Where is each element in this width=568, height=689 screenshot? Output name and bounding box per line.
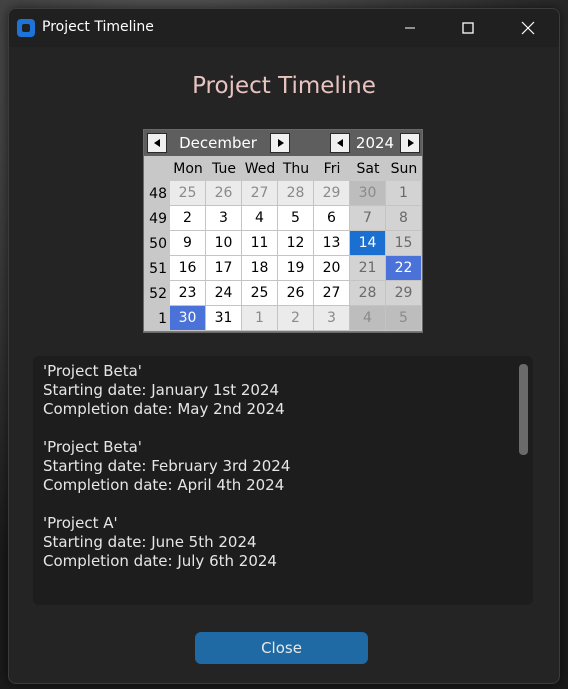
calendar-day[interactable]: 15: [386, 231, 422, 256]
project-end: Completion date: May 2nd 2024: [43, 400, 285, 418]
calendar-day[interactable]: 3: [206, 206, 242, 231]
calendar-day[interactable]: 10: [206, 231, 242, 256]
next-month-button[interactable]: [270, 133, 290, 153]
calendar-day[interactable]: 19: [278, 256, 314, 281]
calendar-day[interactable]: 2: [170, 206, 206, 231]
calendar-day[interactable]: 1: [242, 306, 278, 331]
calendar-day[interactable]: 5: [278, 206, 314, 231]
project-name: 'Project Beta': [43, 362, 142, 380]
project-list-textbox[interactable]: 'Project Beta' Starting date: January 1st…: [33, 356, 533, 605]
weekday-header: Tue: [206, 156, 242, 181]
maximize-icon: [462, 22, 474, 34]
calendar-day[interactable]: 9: [170, 231, 206, 256]
prev-month-button[interactable]: [147, 133, 167, 153]
week-number: 50: [144, 231, 170, 256]
calendar-day[interactable]: 14: [350, 231, 386, 256]
project-name: 'Project A': [43, 514, 118, 532]
calendar-day[interactable]: 31: [206, 306, 242, 331]
calendar-day[interactable]: 6: [314, 206, 350, 231]
week-number: 1: [144, 306, 170, 331]
project-end: Completion date: July 6th 2024: [43, 552, 277, 570]
month-label: December: [179, 134, 257, 152]
calendar-header: December 2024: [144, 130, 422, 156]
calendar-day[interactable]: 4: [242, 206, 278, 231]
project-list: 'Project Beta' Starting date: January 1st…: [43, 362, 513, 590]
calendar-day[interactable]: 11: [242, 231, 278, 256]
calendar-day[interactable]: 5: [386, 306, 422, 331]
prev-year-button[interactable]: [330, 133, 350, 153]
minimize-icon: [405, 27, 415, 29]
weekday-header: Thu: [278, 156, 314, 181]
calendar-day[interactable]: 2: [278, 306, 314, 331]
calendar-day[interactable]: 30: [350, 181, 386, 206]
week-number: 52: [144, 281, 170, 306]
calendar-day[interactable]: 26: [278, 281, 314, 306]
calendar-day[interactable]: 26: [206, 181, 242, 206]
app-icon: [17, 19, 35, 37]
project-start: Starting date: June 5th 2024: [43, 533, 257, 551]
calendar-day[interactable]: 1: [386, 181, 422, 206]
calendar-day[interactable]: 3: [314, 306, 350, 331]
weekday-header: Mon: [170, 156, 206, 181]
week-number: 48: [144, 181, 170, 206]
calendar-corner: [144, 156, 170, 181]
calendar-day[interactable]: 30: [170, 306, 206, 331]
calendar-day[interactable]: 7: [350, 206, 386, 231]
weekday-header: Wed: [242, 156, 278, 181]
project-end: Completion date: April 4th 2024: [43, 476, 285, 494]
weekday-header: Sat: [350, 156, 386, 181]
calendar-day[interactable]: 27: [314, 281, 350, 306]
week-number: 49: [144, 206, 170, 231]
calendar-day[interactable]: 23: [170, 281, 206, 306]
next-year-button[interactable]: [400, 133, 420, 153]
calendar-grid: Mon Tue Wed Thu Fri Sat Sun 48 25 26 27 28 29 30 1 49 2 3…: [144, 156, 422, 331]
week-number: 51: [144, 256, 170, 281]
project-entry: 'Project Beta' Starting date: January 1st…: [43, 362, 513, 419]
calendar-day[interactable]: 12: [278, 231, 314, 256]
calendar-day[interactable]: 21: [350, 256, 386, 281]
calendar-day[interactable]: 22: [386, 256, 422, 281]
project-start: Starting date: January 1st 2024: [43, 381, 280, 399]
app-window: Project Timeline Project Timeline Decemb…: [8, 8, 560, 684]
project-name: 'Project Beta': [43, 438, 142, 456]
calendar-day[interactable]: 27: [242, 181, 278, 206]
calendar-day[interactable]: 17: [206, 256, 242, 281]
maximize-button[interactable]: [445, 9, 491, 47]
year-label: 2024: [355, 134, 395, 152]
page-title: Project Timeline: [192, 73, 376, 99]
project-start: Starting date: February 3rd 2024: [43, 457, 291, 475]
window-title: Project Timeline: [42, 19, 154, 35]
calendar-day[interactable]: 25: [242, 281, 278, 306]
title-bar[interactable]: Project Timeline: [9, 9, 559, 47]
project-entry: 'Project A' Starting date: June 5th 2024 C…: [43, 514, 513, 571]
minimize-button[interactable]: [387, 9, 433, 47]
weekday-header: Fri: [314, 156, 350, 181]
calendar-day[interactable]: 24: [206, 281, 242, 306]
calendar-day[interactable]: 8: [386, 206, 422, 231]
scrollbar[interactable]: [519, 364, 528, 455]
weekday-header: Sun: [386, 156, 422, 181]
calendar-day[interactable]: 29: [386, 281, 422, 306]
calendar-day[interactable]: 29: [314, 181, 350, 206]
calendar-day[interactable]: 28: [350, 281, 386, 306]
project-entry: 'Project Beta' Starting date: February 3r…: [43, 438, 513, 495]
calendar-day[interactable]: 16: [170, 256, 206, 281]
calendar: December 2024 Mon Tue Wed Thu Fri Sat Sun 48 25 2…: [143, 129, 423, 333]
close-icon: [521, 21, 535, 35]
calendar-day[interactable]: 18: [242, 256, 278, 281]
calendar-day[interactable]: 4: [350, 306, 386, 331]
calendar-day[interactable]: 20: [314, 256, 350, 281]
calendar-day[interactable]: 28: [278, 181, 314, 206]
calendar-day[interactable]: 25: [170, 181, 206, 206]
close-window-button[interactable]: [505, 9, 551, 47]
close-button[interactable]: Close: [195, 632, 368, 664]
calendar-day[interactable]: 13: [314, 231, 350, 256]
